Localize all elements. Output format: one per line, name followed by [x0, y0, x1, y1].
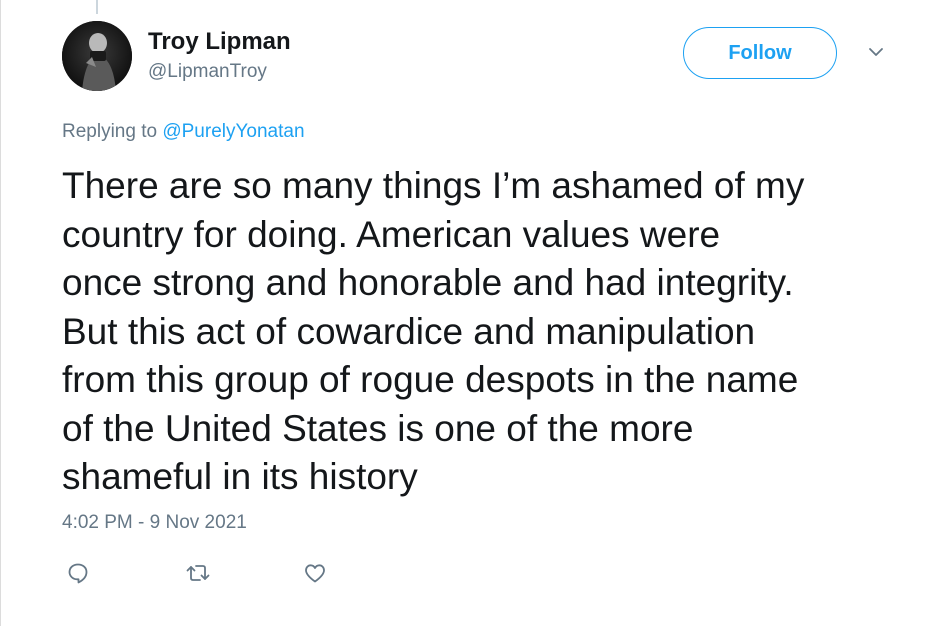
tweet-timestamp[interactable]: 4:02 PM - 9 Nov 2021 — [62, 512, 247, 534]
retweet-icon[interactable] — [185, 560, 211, 586]
tweet-text: There are so many things I’m ashamed of … — [62, 162, 922, 502]
tweet-text-line: shameful in its history — [62, 456, 418, 497]
tweet-text-line: from this group of rogue despots in the … — [62, 359, 799, 400]
replying-to-label: Replying to — [62, 121, 163, 142]
tweet-text-line: But this act of cowardice and manipulati… — [62, 310, 756, 352]
thread-connector-line — [96, 0, 98, 14]
tweet-text-line: country for doing. American values were — [62, 213, 721, 255]
reply-icon[interactable] — [65, 560, 91, 586]
replying-to-line: Replying to @PurelyYonatan — [62, 121, 305, 143]
like-icon[interactable] — [302, 560, 328, 586]
author-display-name[interactable]: Troy Lipman — [148, 28, 291, 56]
reply-mention-link[interactable]: @PurelyYonatan — [162, 121, 304, 142]
chevron-down-icon[interactable] — [865, 45, 887, 61]
tweet-card: Troy Lipman @LipmanTroy Follow Replying … — [0, 0, 945, 626]
tweet-text-line: of the United States is one of the more — [62, 407, 694, 449]
follow-button[interactable]: Follow — [683, 27, 837, 79]
tweet-text-line: There are so many things I’m ashamed of … — [62, 165, 805, 206]
tweet-text-line: once strong and honorable and had integr… — [62, 262, 794, 303]
author-handle[interactable]: @LipmanTroy — [148, 61, 267, 83]
avatar[interactable] — [62, 21, 132, 91]
